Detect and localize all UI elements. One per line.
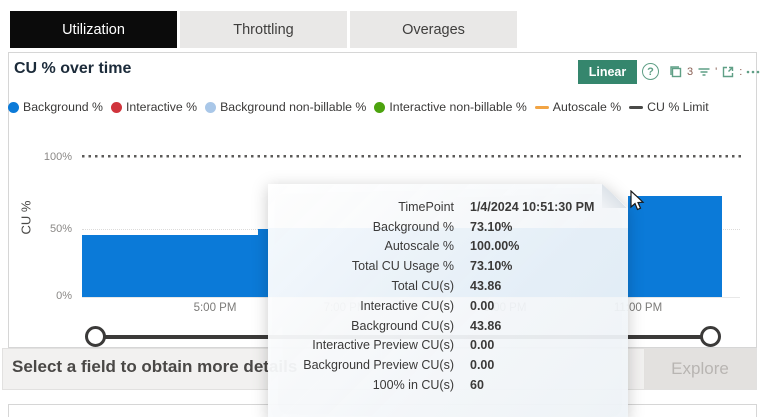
tooltip-label: Background % — [268, 220, 454, 234]
legend-swatch — [111, 102, 122, 113]
tooltip-value: 100.00% — [470, 239, 519, 253]
x-tick-5pm: 5:00 PM — [180, 302, 250, 314]
y-tick-100: 100% — [28, 151, 72, 163]
legend-label: Background % — [23, 100, 103, 114]
legend-label: Autoscale % — [553, 100, 621, 114]
tooltip-label: Total CU(s) — [268, 279, 454, 293]
mouse-cursor — [630, 190, 646, 217]
y-tick-50: 50% — [28, 223, 72, 235]
background-area-segment[interactable] — [258, 229, 268, 297]
chart-title: CU % over time — [14, 60, 131, 78]
tooltip-label: Total CU Usage % — [268, 259, 454, 273]
tooltip-label: Interactive CU(s) — [268, 299, 454, 313]
filter-icon[interactable] — [696, 64, 712, 80]
tooltip: TimePoint 1/4/2024 10:51:30 PM Background… — [268, 184, 628, 417]
tooltip-row: Interactive CU(s) 0.00 — [268, 296, 628, 316]
tooltip-value: 0.00 — [470, 358, 494, 372]
tooltip-value: 0.00 — [470, 299, 494, 313]
explore-button[interactable]: Explore — [644, 349, 756, 389]
scale-toggle-button[interactable]: Linear — [578, 60, 637, 84]
tooltip-value: 43.86 — [470, 279, 501, 293]
tooltip-row: TimePoint 1/4/2024 10:51:30 PM — [268, 197, 628, 217]
tooltip-row: Autoscale % 100.00% — [268, 237, 628, 257]
cu-limit-line — [82, 155, 742, 158]
clipped-glyph: 3 — [687, 62, 693, 82]
clipped-glyph: : — [739, 62, 742, 82]
tooltip-row: Background CU(s) 43.86 — [268, 316, 628, 336]
footer-message: Select a field to obtain more details — [12, 357, 297, 377]
tooltip-value: 73.10% — [470, 220, 512, 234]
legend-swatch — [374, 102, 385, 113]
y-tick-0: 0% — [28, 290, 72, 302]
copy-icon[interactable] — [668, 64, 684, 80]
tooltip-row: Total CU(s) 43.86 — [268, 276, 628, 296]
tooltip-row: Background % 73.10% — [268, 217, 628, 237]
tooltip-value: 43.86 — [470, 319, 501, 333]
tooltip-row: Background Preview CU(s) 0.00 — [268, 355, 628, 375]
legend-item-interactive[interactable]: Interactive % — [111, 100, 197, 114]
background-area-segment[interactable] — [82, 235, 258, 297]
legend-swatch — [629, 106, 643, 109]
legend-swatch — [205, 102, 216, 113]
legend-swatch — [535, 106, 549, 109]
focus-mode-icon[interactable] — [720, 64, 736, 80]
tooltip-value: 60 — [470, 378, 484, 392]
tooltip-value: 73.10% — [470, 259, 512, 273]
tab-throttling[interactable]: Throttling — [180, 11, 347, 48]
legend-item-cu-limit[interactable]: CU % Limit — [629, 100, 709, 114]
tooltip-label: TimePoint — [268, 200, 454, 214]
tooltip-row: Total CU Usage % 73.10% — [268, 256, 628, 276]
legend-swatch — [8, 102, 19, 113]
legend-label: CU % Limit — [647, 100, 709, 114]
legend-item-background-non-billable[interactable]: Background non-billable % — [205, 100, 366, 114]
legend-label: Background non-billable % — [220, 100, 366, 114]
more-options-icon[interactable] — [745, 64, 761, 80]
time-range-slider-handle-right[interactable] — [700, 326, 721, 347]
tooltip-label: Background Preview CU(s) — [268, 358, 454, 372]
tooltip-row: Interactive Preview CU(s) 0.00 — [268, 336, 628, 356]
capacity-metrics-panel: Utilization Throttling Overages CU % ove… — [0, 0, 766, 417]
tooltip-value: 1/4/2024 10:51:30 PM — [470, 200, 594, 214]
legend-label: Interactive % — [126, 100, 197, 114]
legend-item-interactive-non-billable[interactable]: Interactive non-billable % — [374, 100, 526, 114]
legend-item-background[interactable]: Background % — [8, 100, 103, 114]
clipped-glyph: ' — [715, 62, 717, 82]
tooltip-label: Interactive Preview CU(s) — [268, 338, 454, 352]
tooltip-label: Background CU(s) — [268, 319, 454, 333]
tooltip-label: Autoscale % — [268, 239, 454, 253]
tooltip-fold-corner — [602, 184, 628, 208]
time-range-slider-handle-left[interactable] — [85, 326, 106, 347]
legend-item-autoscale[interactable]: Autoscale % — [535, 100, 621, 114]
help-icon[interactable]: ? — [642, 63, 659, 80]
tab-utilization[interactable]: Utilization — [10, 11, 177, 48]
legend-label: Interactive non-billable % — [389, 100, 526, 114]
tooltip-value: 0.00 — [470, 338, 494, 352]
tooltip-label: 100% in CU(s) — [268, 378, 454, 392]
chart-legend: Background % Interactive % Background no… — [8, 100, 758, 114]
tooltip-row: 100% in CU(s) 60 — [268, 375, 628, 395]
tab-overages[interactable]: Overages — [350, 11, 517, 48]
visual-header-toolbar: 3 ' : — [668, 62, 761, 82]
